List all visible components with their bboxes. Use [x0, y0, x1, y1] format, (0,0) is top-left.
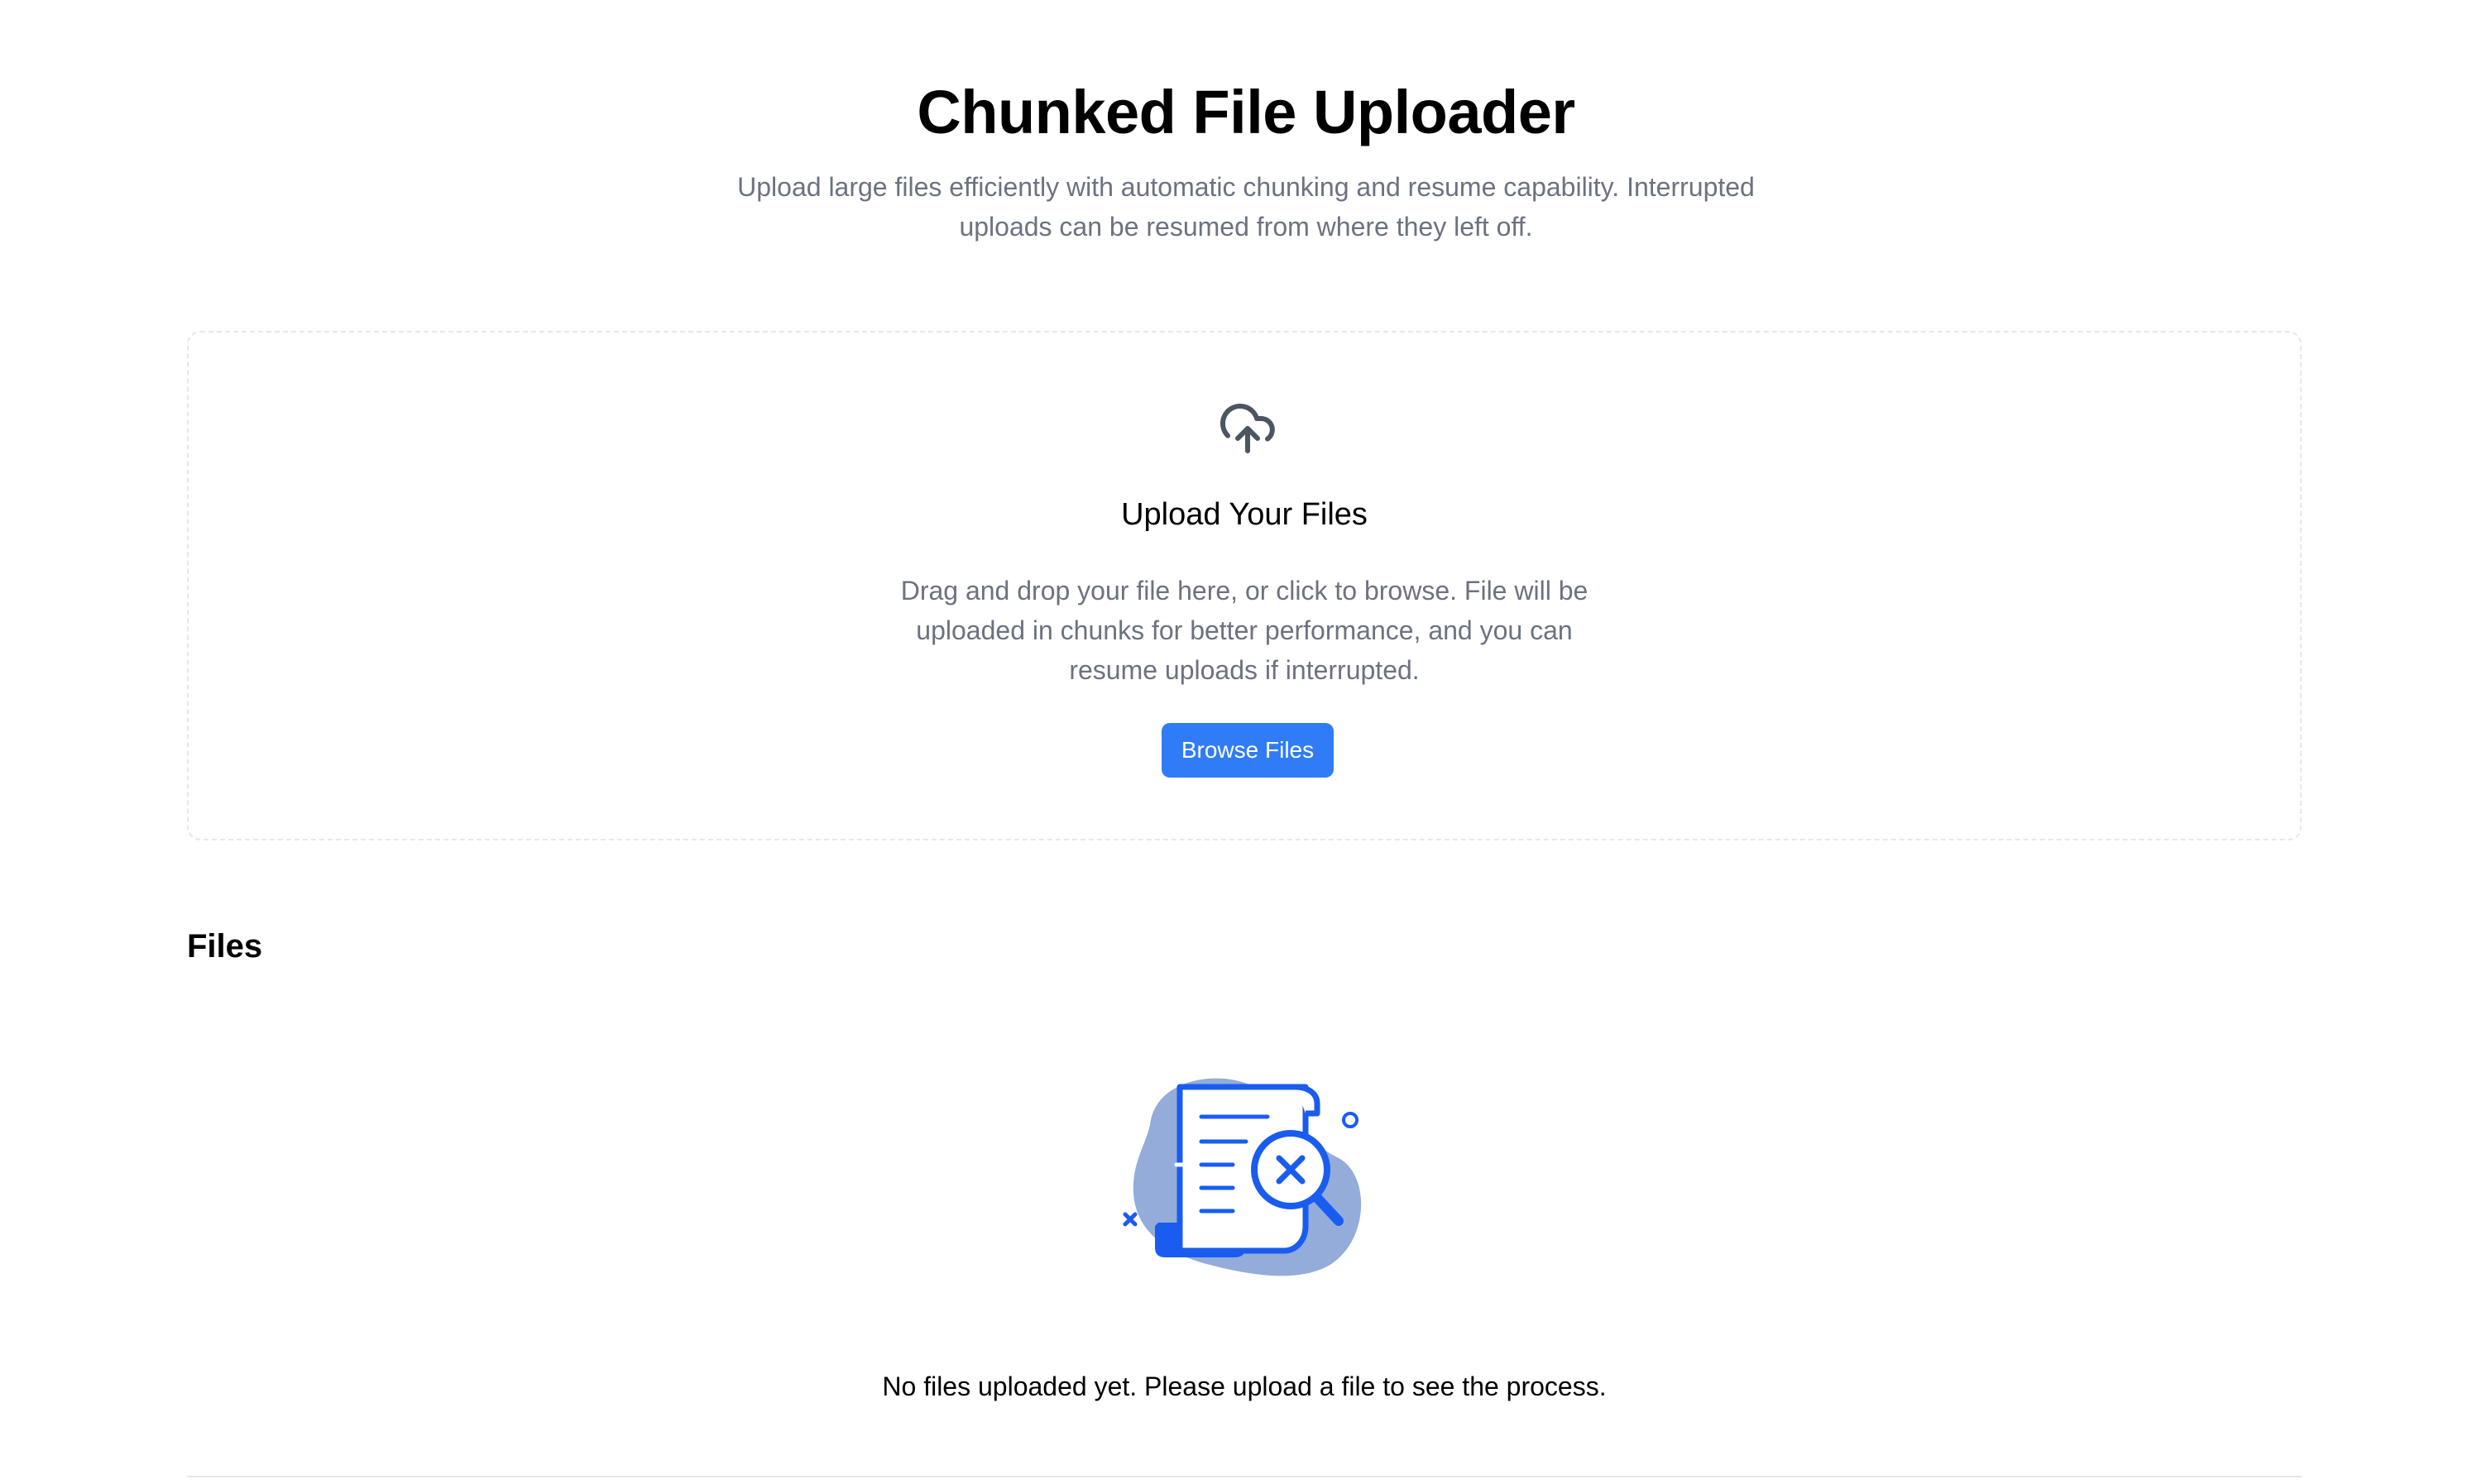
- page-title: Chunked File Uploader: [917, 78, 1575, 146]
- empty-files-message: No files uploaded yet. Please upload a f…: [882, 1372, 1607, 1401]
- cloud-upload-icon: [1220, 403, 1275, 453]
- page-subtitle: Upload large files efficiently with auto…: [737, 172, 1755, 242]
- dropzone-heading: Upload Your Files: [1121, 497, 1368, 532]
- dropzone-description: Drag and drop your file here, or click t…: [900, 576, 1589, 685]
- section-divider: [187, 1476, 2302, 1477]
- page: Chunked File Uploader Upload large files…: [187, 0, 2305, 1477]
- empty-document-search-icon: [1123, 1078, 1362, 1276]
- files-section-heading: Files: [187, 928, 263, 965]
- page-header: Chunked File Uploader Upload large files…: [187, 0, 2305, 247]
- file-dropzone[interactable]: Upload Your Files Drag and drop your fil…: [187, 331, 2302, 840]
- browse-files-button[interactable]: Browse Files: [1162, 723, 1334, 778]
